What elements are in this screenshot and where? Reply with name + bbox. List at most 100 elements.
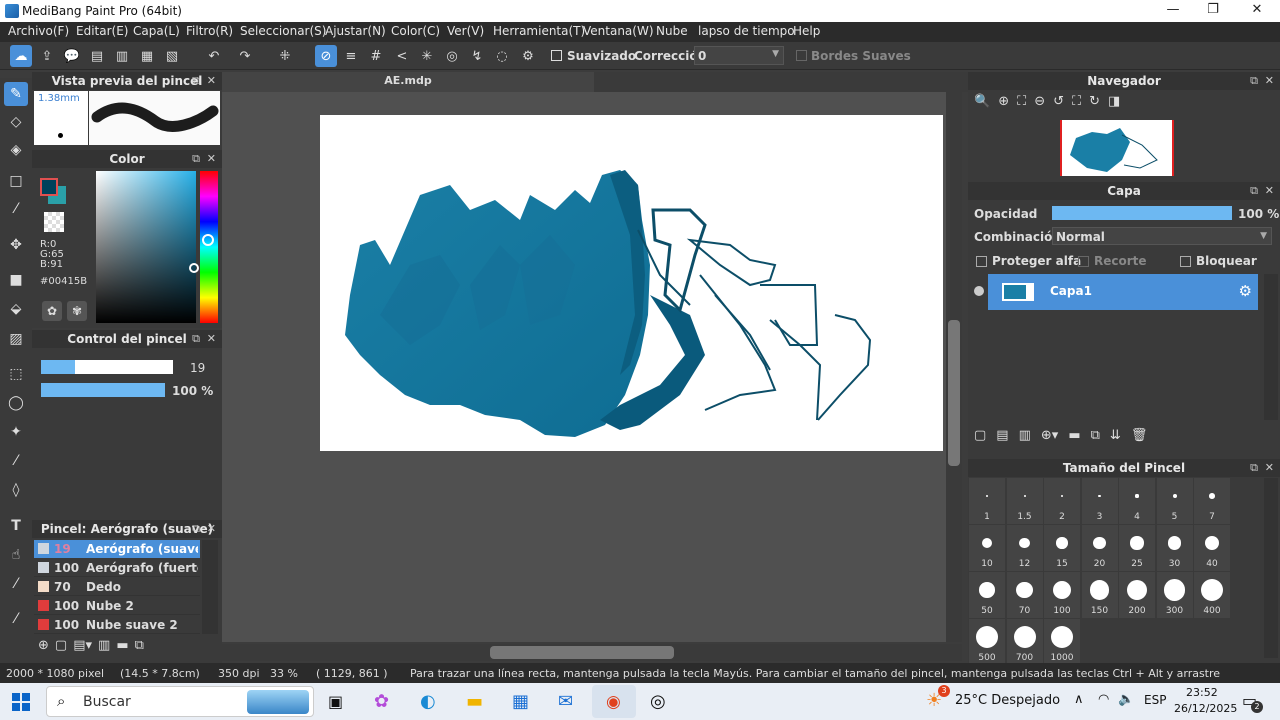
menu-ventana[interactable]: Ventana(W) xyxy=(583,24,654,38)
close-button[interactable]: ✕ xyxy=(1234,0,1280,22)
layer-opacity-slider[interactable] xyxy=(1052,206,1232,220)
brush-size-cell[interactable]: 4 xyxy=(1119,478,1155,524)
gradient-tool-icon[interactable]: ▨ xyxy=(4,327,28,351)
copilot-icon[interactable]: ✿ xyxy=(374,691,389,712)
new-layer-icon[interactable]: ▢ xyxy=(974,428,986,448)
select-eraser-icon[interactable]: ◊ xyxy=(4,478,28,502)
hue-handle[interactable] xyxy=(202,234,214,246)
file-explorer-icon[interactable]: ▬ xyxy=(466,691,483,712)
brush-size-cell[interactable]: 300 xyxy=(1156,572,1193,618)
brush-size-cell[interactable]: 1000 xyxy=(1044,619,1080,665)
cloud-icon[interactable]: ☁ xyxy=(10,45,32,67)
tools-icon[interactable]: ▧ xyxy=(161,45,183,67)
layer-scrollbar[interactable] xyxy=(1264,274,1278,420)
ellipse-snap-icon[interactable]: ◌ xyxy=(491,45,513,67)
perspective-snap-icon[interactable]: < xyxy=(391,45,413,67)
zoom-in-icon[interactable]: ⊕ xyxy=(998,94,1009,116)
panel-layout-icon[interactable]: ▤ xyxy=(86,45,108,67)
new-8bit-layer-icon[interactable]: ▥ xyxy=(1019,428,1031,448)
saturation-value-picker[interactable] xyxy=(96,171,196,323)
brush-tool-icon[interactable]: ✎ xyxy=(4,82,28,106)
folder-icon[interactable]: ▬ xyxy=(116,638,128,660)
vertical-scrollbar[interactable] xyxy=(946,92,962,642)
duplicate-icon[interactable]: ⧉ xyxy=(135,638,144,660)
new-brush-icon[interactable]: ▢ xyxy=(55,638,67,660)
parallel-snap-icon[interactable]: ≡ xyxy=(340,45,362,67)
document-canvas[interactable] xyxy=(320,115,943,451)
medibang-taskbar-button[interactable]: ◉ xyxy=(592,685,636,718)
brush-size-cell[interactable]: 20 xyxy=(1081,525,1118,571)
zoom-minus-icon[interactable]: ⊖ xyxy=(1034,94,1045,116)
popout-icon[interactable]: ⧉ xyxy=(1250,459,1258,477)
palette-icon[interactable]: ✿ xyxy=(42,301,62,321)
close-icon[interactable]: ✕ xyxy=(207,72,216,90)
brush-list-item[interactable]: 100 Nube 2 xyxy=(34,597,200,615)
eraser-tool-icon[interactable]: ◇ xyxy=(4,110,28,134)
edge-icon[interactable]: ◐ xyxy=(420,691,436,712)
correction-select[interactable]: 0 ▼ xyxy=(694,46,784,65)
circle-snap-icon[interactable]: ◎ xyxy=(441,45,463,67)
maximize-button[interactable]: ❐ xyxy=(1190,0,1236,22)
menu-editar[interactable]: Editar(E) xyxy=(76,24,128,38)
windows-start-icon[interactable] xyxy=(12,693,30,711)
move-tool-icon[interactable]: ✥ xyxy=(4,233,28,257)
navigator-thumbnail[interactable] xyxy=(1060,120,1174,176)
gear-icon[interactable]: ⚙ xyxy=(1239,282,1252,300)
bucket-tool-icon[interactable]: ⬙ xyxy=(4,297,28,321)
volume-icon[interactable]: 🔈 xyxy=(1118,692,1134,707)
new-halftone-layer-icon[interactable]: ▤ xyxy=(996,428,1008,448)
brush-list-item[interactable]: 100 Nube suave 2 xyxy=(34,616,200,634)
upload-icon[interactable]: ⇪ xyxy=(36,45,58,67)
store-icon[interactable]: ▦ xyxy=(512,691,529,712)
lasso-tool-icon[interactable]: ◯ xyxy=(4,391,28,415)
weather-text[interactable]: 25°C Despejado xyxy=(955,693,1060,708)
text-tool-icon[interactable]: T xyxy=(4,514,28,538)
chevron-up-icon[interactable]: ∧ xyxy=(1074,692,1084,707)
rotate-left-icon[interactable]: ↺ xyxy=(1053,94,1064,116)
clock-time[interactable]: 23:52 xyxy=(1186,686,1218,699)
brush-size-cell[interactable]: 100 xyxy=(1044,572,1080,618)
brush-list-item[interactable]: 19 Aerógrafo (suave) xyxy=(34,540,200,558)
layer-row[interactable]: Capa1 ⚙ xyxy=(968,274,1262,310)
menu-ajustar[interactable]: Ajustar(N) xyxy=(325,24,386,38)
flip-icon[interactable]: ◨ xyxy=(1108,94,1120,116)
protect-alpha-checkbox[interactable] xyxy=(976,256,987,267)
document-tab[interactable]: AE.mdp xyxy=(222,72,594,92)
popout-icon[interactable]: ⧉ xyxy=(192,150,200,168)
close-icon[interactable]: ✕ xyxy=(1265,182,1274,200)
duplicate-layer-icon[interactable]: ⧉ xyxy=(1091,428,1100,448)
shape-tool-icon[interactable]: □ xyxy=(4,169,28,193)
select-rect-icon[interactable]: ⬚ xyxy=(4,362,28,386)
snap-off-icon[interactable]: ⊘ xyxy=(315,45,337,67)
select-pen-icon[interactable]: ⁄ xyxy=(4,449,28,473)
operation-tool-icon[interactable]: ☝ xyxy=(4,543,28,567)
undo-icon[interactable]: ↶ xyxy=(203,45,225,67)
grid-snap-icon[interactable]: # xyxy=(365,45,387,67)
document-icon[interactable]: ▥ xyxy=(111,45,133,67)
wifi-icon[interactable]: ◠ xyxy=(1098,692,1109,707)
menu-seleccionar[interactable]: Seleccionar(S) xyxy=(240,24,326,38)
snap-settings-icon[interactable]: ⚙ xyxy=(517,45,539,67)
brush-settings-icon[interactable]: ▥ xyxy=(98,638,110,660)
close-icon[interactable]: ✕ xyxy=(207,520,216,538)
dot-eraser-icon[interactable]: ◈ xyxy=(4,138,28,162)
brush-size-cell[interactable]: 30 xyxy=(1156,525,1193,571)
color-picker-handle[interactable] xyxy=(189,263,199,273)
rotate-right-icon[interactable]: ↻ xyxy=(1089,94,1100,116)
brush-list-scrollbar[interactable] xyxy=(202,540,218,634)
eyedropper-tool-icon[interactable]: ⁄ xyxy=(4,572,28,596)
hue-slider[interactable] xyxy=(200,171,218,323)
popout-icon[interactable]: ⧉ xyxy=(192,72,200,90)
menu-help[interactable]: Help xyxy=(793,24,820,38)
close-icon[interactable]: ✕ xyxy=(207,330,216,348)
popout-icon[interactable]: ⧉ xyxy=(1250,72,1258,90)
popout-icon[interactable]: ⧉ xyxy=(192,520,200,538)
popout-icon[interactable]: ⧉ xyxy=(192,330,200,348)
foreground-color-swatch[interactable] xyxy=(40,178,58,196)
blend-mode-select[interactable]: Normal ▼ xyxy=(1052,227,1272,245)
add-brush-icon[interactable]: ⊕ xyxy=(38,638,49,660)
brush-size-cell[interactable]: 400 xyxy=(1194,572,1230,618)
fit-icon[interactable]: ⛶ xyxy=(1017,94,1026,116)
add-layer-dropdown-icon[interactable]: ⊕▾ xyxy=(1041,428,1058,448)
brush-size-cell[interactable]: 1.5 xyxy=(1006,478,1043,524)
